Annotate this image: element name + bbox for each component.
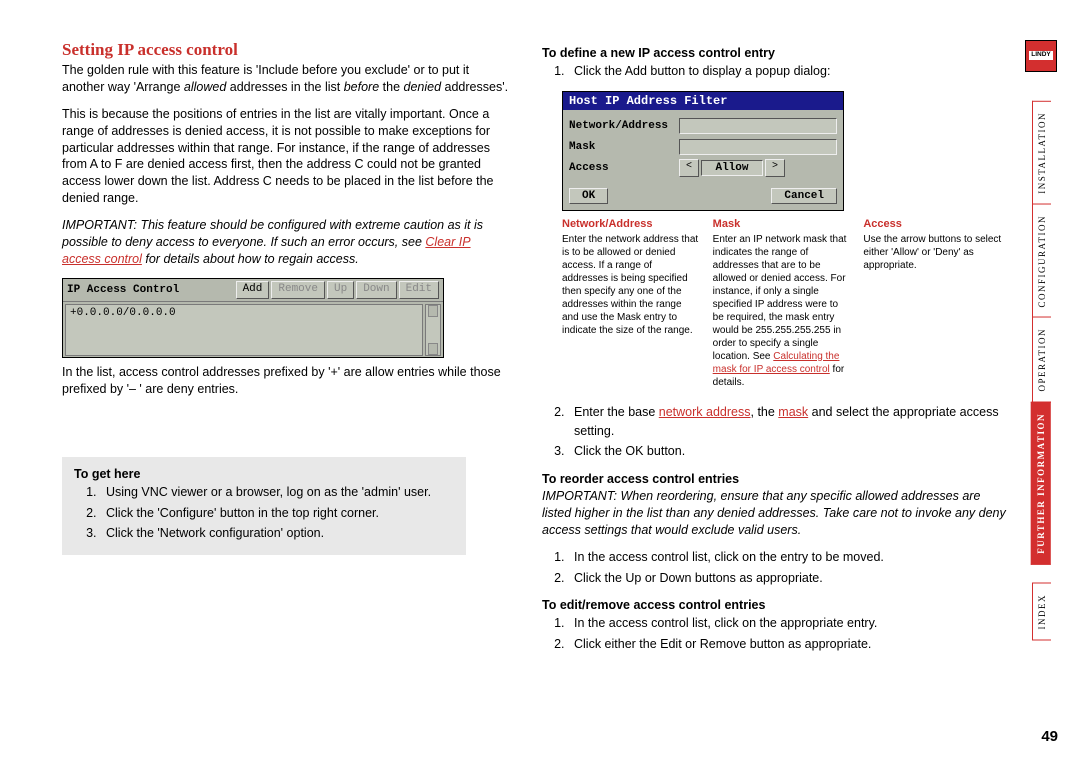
edit-button[interactable]: Edit (399, 281, 439, 299)
step-item: In the access control list, click on the… (568, 614, 1012, 633)
get-here-steps: Using VNC viewer or a browser, log on as… (74, 483, 454, 543)
network-address-desc: Network/Address Enter the network addres… (562, 217, 701, 388)
step-item: Click the 'Configure' button in the top … (100, 504, 454, 523)
step-item: In the access control list, click on the… (568, 548, 1012, 567)
nav-further-information[interactable]: FURTHER INFORMATION (1031, 402, 1051, 565)
network-address-label: Network/Address (569, 120, 679, 132)
text: IMPORTANT: This feature should be config… (62, 218, 483, 249)
nav-index[interactable]: INDEX (1032, 583, 1051, 641)
get-here-title: To get here (74, 467, 454, 481)
network-address-input[interactable] (679, 118, 837, 134)
listbox-content[interactable]: +0.0.0.0/0.0.0.0 (65, 304, 423, 356)
remove-button[interactable]: Remove (271, 281, 325, 299)
nav-configuration[interactable]: CONFIGURATION (1032, 204, 1051, 319)
network-address-link[interactable]: network address (659, 405, 751, 419)
intro-paragraph: The golden rule with this feature is 'In… (62, 62, 512, 96)
nav-installation[interactable]: INSTALLATION (1032, 101, 1051, 205)
listbox-title: IP Access Control (67, 284, 234, 296)
nav-operation[interactable]: OPERATION (1032, 317, 1051, 403)
host-ip-filter-dialog: Host IP Address Filter Network/Address M… (562, 91, 844, 211)
access-desc: Access Use the arrow buttons to select e… (863, 217, 1002, 388)
left-column: Setting IP access control The golden rul… (62, 40, 532, 664)
step-item: Click the OK button. (568, 442, 1012, 461)
nav-rail: LINDY INSTALLATION CONFIGURATION OPERATI… (1028, 40, 1054, 640)
arrow-left-icon[interactable]: < (679, 159, 699, 177)
text: addresses in the list (226, 80, 343, 94)
up-button[interactable]: Up (327, 281, 354, 299)
text: Enter an IP network mask that indicates … (713, 234, 847, 362)
page-number: 49 (1041, 728, 1058, 745)
desc-title: Access (863, 217, 1002, 231)
ok-button[interactable]: OK (569, 188, 608, 204)
define-steps: Click the Add button to display a popup … (542, 62, 1012, 81)
edit-remove-heading: To edit/remove access control entries (542, 598, 1012, 612)
reorder-steps: In the access control list, click on the… (542, 548, 1012, 588)
ip-access-control-panel: IP Access Control Add Remove Up Down Edi… (62, 278, 444, 358)
define-steps-cont: Enter the base network address, the mask… (542, 403, 1012, 462)
text: the (379, 80, 403, 94)
text-italic: allowed (184, 80, 226, 94)
text: , the (751, 405, 779, 419)
edit-remove-steps: In the access control list, click on the… (542, 614, 1012, 654)
down-button[interactable]: Down (356, 281, 396, 299)
define-entry-heading: To define a new IP access control entry (542, 46, 1012, 60)
text: Enter the base (574, 405, 659, 419)
listbox-header: IP Access Control Add Remove Up Down Edi… (63, 279, 443, 302)
access-value: Allow (701, 160, 763, 176)
desc-text: Enter an IP network mask that indicates … (713, 233, 852, 389)
mask-desc: Mask Enter an IP network mask that indic… (713, 217, 852, 388)
step-item: Enter the base network address, the mask… (568, 403, 1012, 442)
text: addresses'. (441, 80, 508, 94)
mask-label: Mask (569, 141, 679, 153)
reorder-note: IMPORTANT: When reordering, ensure that … (542, 488, 1012, 539)
desc-title: Network/Address (562, 217, 701, 231)
explanation-paragraph: This is because the positions of entries… (62, 106, 512, 207)
important-note: IMPORTANT: This feature should be config… (62, 217, 512, 268)
mask-input[interactable] (679, 139, 837, 155)
step-item: Click the Add button to display a popup … (568, 62, 1012, 81)
step-item: Using VNC viewer or a browser, log on as… (100, 483, 454, 502)
get-here-box: To get here Using VNC viewer or a browse… (62, 457, 466, 554)
access-label: Access (569, 162, 679, 174)
reorder-heading: To reorder access control entries (542, 472, 1012, 486)
text-italic: before (344, 80, 379, 94)
add-button[interactable]: Add (236, 281, 270, 299)
brand-text: LINDY (1029, 51, 1053, 60)
list-entry[interactable]: +0.0.0.0/0.0.0.0 (70, 307, 418, 319)
prefix-explanation: In the list, access control addresses pr… (62, 364, 512, 398)
scrollbar[interactable] (425, 304, 441, 356)
text-italic: denied (404, 80, 442, 94)
mask-link[interactable]: mask (778, 405, 808, 419)
step-item: Click either the Edit or Remove button a… (568, 635, 1012, 654)
access-selector: < Allow > (679, 159, 785, 177)
field-descriptions: Network/Address Enter the network addres… (562, 217, 1002, 388)
brand-logo: LINDY (1025, 40, 1057, 72)
desc-text: Use the arrow buttons to select either '… (863, 233, 1002, 272)
desc-title: Mask (713, 217, 852, 231)
step-item: Click the 'Network configuration' option… (100, 524, 454, 543)
arrow-right-icon[interactable]: > (765, 159, 785, 177)
section-title: Setting IP access control (62, 40, 512, 60)
text: for details about how to regain access. (142, 252, 359, 266)
cancel-button[interactable]: Cancel (771, 188, 837, 204)
step-item: Click the Up or Down buttons as appropri… (568, 569, 1012, 588)
dialog-title: Host IP Address Filter (563, 92, 843, 110)
right-column: To define a new IP access control entry … (532, 40, 1012, 664)
desc-text: Enter the network address that is to be … (562, 233, 701, 337)
